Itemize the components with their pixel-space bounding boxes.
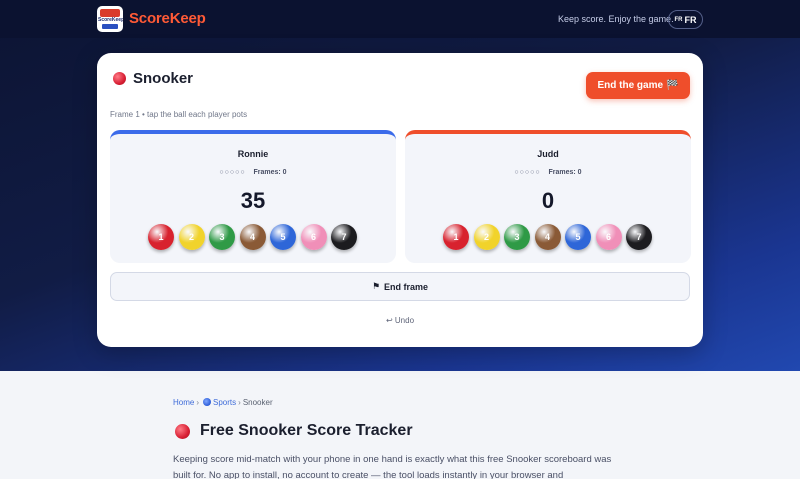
frames-count: Frames: 0 xyxy=(548,169,582,176)
globe-icon xyxy=(203,398,212,406)
ball-button[interactable]: 7 xyxy=(331,224,357,250)
frames-count: Frames: 0 xyxy=(253,169,287,176)
flag-icon: ⚑ xyxy=(371,281,381,291)
player-score: 35 xyxy=(240,188,266,213)
ball-button[interactable]: 1 xyxy=(148,224,174,250)
ball-button[interactable]: 2 xyxy=(178,224,205,250)
snooker-ball-icon xyxy=(175,424,190,439)
french-flag-icon: FR xyxy=(674,16,683,23)
page-heading: Free Snooker Score Tracker xyxy=(200,422,413,439)
undo-button[interactable]: ↩ Undo xyxy=(97,316,703,325)
top-navigation-bar: ScoreKeep ScoreKeep Keep score. Enjoy th… xyxy=(0,0,800,38)
frame-dots: ○○○○○ xyxy=(514,169,541,176)
ball-button[interactable]: 3 xyxy=(209,224,235,250)
ball-button[interactable]: 5 xyxy=(270,224,296,250)
frame-dots: ○○○○○ xyxy=(219,169,246,176)
end-game-button[interactable]: End the game 🏁 xyxy=(586,72,690,99)
snooker-ball-icon xyxy=(113,72,126,85)
breadcrumb-current: Snooker xyxy=(242,398,273,407)
end-frame-label: End frame xyxy=(384,281,429,292)
ball-button[interactable]: 6 xyxy=(595,224,622,250)
logo-wordmark: ScoreKeep xyxy=(98,17,123,23)
player-panel-1: Ronnie ○○○○○ Frames: 0 35 1234567 xyxy=(110,130,396,263)
ball-button[interactable]: 2 xyxy=(473,224,500,250)
player-name[interactable]: Judd xyxy=(405,149,691,159)
game-title: Snooker xyxy=(133,70,194,87)
language-switch-button[interactable]: FR FR xyxy=(668,10,703,29)
ball-button[interactable]: 1 xyxy=(443,224,469,250)
breadcrumb: Home › Sports › Snooker xyxy=(173,398,273,407)
brand-name[interactable]: ScoreKeep xyxy=(129,10,206,27)
ball-button[interactable]: 5 xyxy=(565,224,591,250)
tagline: Keep score. Enjoy the game. xyxy=(558,14,674,24)
end-game-label: End the game xyxy=(597,80,664,91)
ball-buttons: 1234567 xyxy=(148,224,358,250)
player-panel-2: Judd ○○○○○ Frames: 0 0 1234567 xyxy=(405,130,691,263)
frames-indicator: ○○○○○ Frames: 0 xyxy=(110,169,396,176)
player-name[interactable]: Ronnie xyxy=(110,149,396,159)
player-score: 0 xyxy=(541,188,555,213)
end-frame-button[interactable]: ⚑ End frame xyxy=(110,272,690,301)
ball-button[interactable]: 6 xyxy=(300,224,327,250)
breadcrumb-home-link[interactable]: Home xyxy=(173,398,194,407)
ball-button[interactable]: 3 xyxy=(504,224,530,250)
ball-button[interactable]: 4 xyxy=(534,224,561,250)
frame-hint: Frame 1 • tap the ball each player pots xyxy=(110,110,248,119)
language-label: FR xyxy=(684,14,697,25)
scoreboard-card: Snooker End the game 🏁 Frame 1 • tap the… xyxy=(97,53,703,347)
checkered-flag-icon: 🏁 xyxy=(666,80,679,91)
frames-indicator: ○○○○○ Frames: 0 xyxy=(405,169,691,176)
breadcrumb-sports-link[interactable]: Sports xyxy=(213,398,236,407)
app-logo[interactable]: ScoreKeep xyxy=(97,6,123,32)
ball-buttons: 1234567 xyxy=(443,224,653,250)
ball-button[interactable]: 7 xyxy=(626,224,652,250)
ball-button[interactable]: 4 xyxy=(239,224,266,250)
intro-paragraph: Keeping score mid-match with your phone … xyxy=(173,454,612,479)
